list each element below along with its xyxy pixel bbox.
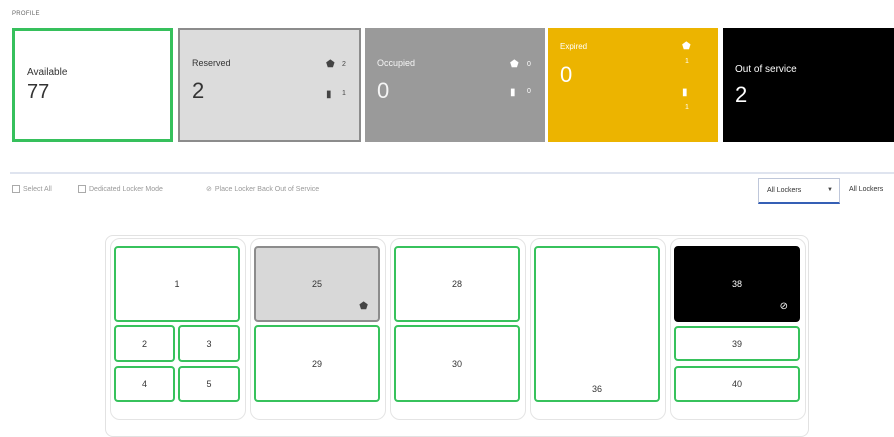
- locker-number: 38: [731, 279, 742, 289]
- occupied-title: Occupied: [377, 58, 416, 68]
- locker-1[interactable]: 1: [114, 246, 240, 322]
- locker-number: 4: [141, 379, 147, 389]
- locker-40[interactable]: 40: [674, 366, 800, 402]
- chevron-down-icon: ▼: [827, 187, 833, 193]
- expired-box-count: 1: [685, 104, 689, 111]
- divider: [10, 172, 894, 174]
- locker-38[interactable]: 38 ⊘: [674, 246, 800, 322]
- available-card[interactable]: Available 77: [12, 28, 173, 142]
- dedicated-mode-label: Dedicated Locker Mode: [89, 185, 163, 193]
- locker-3[interactable]: 3: [178, 325, 240, 362]
- reserved-title: Reserved: [192, 58, 231, 68]
- locker-number: 5: [206, 379, 212, 389]
- occupied-shield-count: 0: [527, 61, 531, 68]
- occupied-count: 0: [377, 78, 390, 103]
- locker-number: 2: [141, 338, 147, 349]
- locker-number: 30: [451, 358, 462, 369]
- locker-number: 3: [206, 338, 212, 349]
- checkbox-icon: [78, 185, 86, 193]
- expired-count: 0: [560, 62, 573, 87]
- locker-2[interactable]: 2: [114, 325, 175, 362]
- expired-title: Expired: [560, 42, 588, 51]
- shield-icon: ⬟: [682, 41, 691, 52]
- locker-number: 36: [591, 384, 602, 394]
- locker-number: 40: [731, 379, 742, 389]
- select-all-checkbox[interactable]: Select All: [12, 185, 52, 193]
- expired-shield-count: 1: [685, 58, 689, 65]
- shield-icon: ⬟: [326, 59, 335, 70]
- dedicated-mode-checkbox[interactable]: Dedicated Locker Mode: [78, 185, 163, 193]
- occupied-box-count: 0: [527, 88, 531, 95]
- reserved-box-count: 1: [342, 90, 346, 97]
- out-of-service-title: Out of service: [735, 64, 797, 75]
- locker-28[interactable]: 28: [394, 246, 520, 322]
- locker-number: 28: [451, 279, 462, 289]
- out-of-service-count: 2: [735, 82, 748, 107]
- checkbox-icon: [12, 185, 20, 193]
- out-of-service-card[interactable]: Out of service 2: [723, 28, 894, 142]
- locker-number: 1: [174, 279, 180, 289]
- locker-29[interactable]: 29: [254, 325, 380, 402]
- box-icon: ▮: [326, 89, 332, 100]
- locker-36[interactable]: 36: [534, 246, 660, 402]
- locker-filter-value: All Lockers: [767, 187, 802, 194]
- reserved-count: 2: [192, 78, 205, 103]
- box-icon: ▮: [682, 87, 688, 98]
- locker-number: 29: [311, 358, 322, 369]
- locker-30[interactable]: 30: [394, 325, 520, 402]
- locker-39[interactable]: 39: [674, 326, 800, 361]
- locker-number: 39: [731, 338, 742, 349]
- reserved-card[interactable]: Reserved 2 ⬟ 2 ▮ 1: [178, 28, 361, 142]
- locker-5[interactable]: 5: [178, 366, 240, 402]
- locker-filter-label: All Lockers: [849, 186, 884, 193]
- place-back-label: Place Locker Back Out of Service: [214, 186, 320, 193]
- locker-filter-select[interactable]: All Lockers ▼: [758, 178, 840, 204]
- place-back-button[interactable]: ⊘ Place Locker Back Out of Service: [206, 185, 319, 193]
- section-label: PROFILE: [12, 11, 40, 17]
- expired-card[interactable]: Expired 0 ⬟ 1 ▮ 1: [548, 28, 718, 142]
- select-all-label: Select All: [23, 185, 52, 193]
- shield-icon: ⬟: [359, 301, 368, 312]
- occupied-card[interactable]: Occupied 0 ⬟ 0 ▮ 0: [365, 28, 545, 142]
- reserved-shield-count: 2: [342, 61, 346, 68]
- available-title: Available: [27, 67, 68, 78]
- clock-icon: ⊘: [206, 186, 212, 193]
- shield-icon: ⬟: [510, 59, 519, 70]
- locker-25[interactable]: 25 ⬟: [254, 246, 380, 322]
- out-of-service-icon: ⊘: [779, 301, 788, 312]
- locker-number: 25: [311, 279, 322, 289]
- locker-4[interactable]: 4: [114, 366, 175, 402]
- box-icon: ▮: [510, 87, 516, 98]
- available-count: 77: [27, 81, 50, 103]
